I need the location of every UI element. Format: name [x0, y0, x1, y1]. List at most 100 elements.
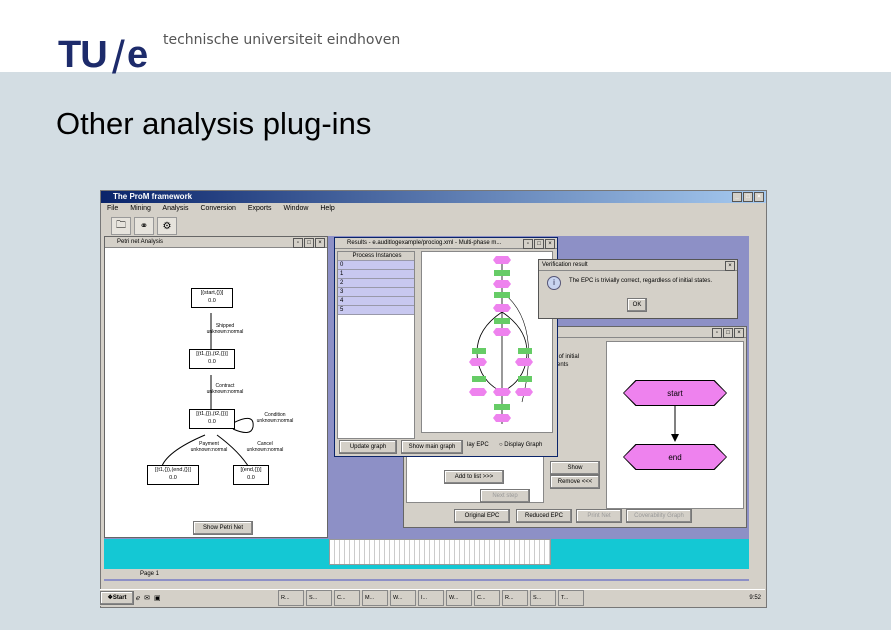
petri-node-t1t2[interactable]: [(t1,{}),(t2,{})] 0.0	[189, 349, 235, 369]
edge-label-status: unknown:normal	[190, 447, 228, 453]
radio-lay-epc[interactable]: lay EPC	[467, 442, 489, 448]
maximize-icon[interactable]: □	[743, 192, 753, 202]
results-frame-title: Results - e.auditlogexample/prociog.xml …	[347, 240, 502, 246]
radio-circle-icon: ○	[499, 442, 503, 448]
epc-start-event[interactable]: start	[623, 380, 727, 406]
tue-logo-slash: /	[112, 31, 125, 83]
open-folder-button[interactable]: 🗀	[111, 217, 131, 235]
slide-title: Other analysis plug-ins	[56, 106, 372, 141]
menu-file[interactable]: File	[107, 205, 118, 212]
ok-button[interactable]: OK	[627, 298, 647, 312]
verification-title-bar: Verification result ×	[539, 260, 737, 271]
list-item[interactable]: 2	[338, 279, 414, 288]
results-title-bar: Results - e.auditlogexample/prociog.xml …	[335, 238, 557, 249]
petri-node-start[interactable]: [(start,{})] 0.0	[191, 288, 233, 308]
tab-original-epc[interactable]: Original EPC	[454, 509, 510, 523]
toolbar: 🗀 ⚭ ⚙	[101, 214, 766, 238]
edge-label-status: unknown:normal	[206, 329, 244, 335]
taskbar-item[interactable]: C...	[474, 590, 500, 606]
petri-node-t1-end[interactable]: [(t1,{}),(end,{})] 0.0	[147, 465, 199, 485]
show-main-graph-button[interactable]: Show main graph	[401, 440, 463, 454]
restore-icon[interactable]: ▫	[712, 328, 722, 338]
prom-title-bar: The ProM framework _ □ ×	[101, 191, 766, 203]
remove-button[interactable]: Remove <<<	[550, 475, 600, 489]
outlook-icon[interactable]: ✉	[144, 594, 150, 602]
list-item[interactable]: 4	[338, 297, 414, 306]
radio-display-graph[interactable]: ○ Display Graph	[499, 442, 542, 448]
menu-exports[interactable]: Exports	[248, 205, 272, 212]
taskbar-item[interactable]: T...	[558, 590, 584, 606]
ie-icon[interactable]: ℯ	[136, 594, 140, 602]
node-value: 0.0	[208, 298, 216, 304]
taskbar-item[interactable]: C...	[334, 590, 360, 606]
mine-button[interactable]: ⚭	[134, 217, 154, 235]
taskbar-item[interactable]: W...	[390, 590, 416, 606]
next-step-button[interactable]: Next step	[480, 489, 530, 503]
taskbar-item[interactable]: S...	[306, 590, 332, 606]
petri-node-end[interactable]: [(end,{})] 0.0	[233, 465, 269, 485]
edge-label-condition: Condition unknown:normal	[255, 412, 295, 424]
taskbar-item[interactable]: S...	[530, 590, 556, 606]
tue-logo-tu: TU	[58, 34, 108, 76]
start-button[interactable]: ❖Start	[100, 591, 134, 605]
tab-coverability-graph[interactable]: Coverability Graph	[626, 509, 692, 523]
close-icon[interactable]: ×	[754, 192, 764, 202]
menu-bar: File Mining Analysis Conversion Exports …	[101, 203, 766, 214]
taskbar-item[interactable]: W...	[446, 590, 472, 606]
show-button[interactable]: Show	[550, 461, 600, 475]
edge-label-payment: Payment unknown:normal	[189, 441, 229, 453]
menu-help[interactable]: Help	[320, 205, 334, 212]
update-graph-button[interactable]: Update graph	[339, 440, 397, 454]
menu-analysis[interactable]: Analysis	[162, 205, 188, 212]
edge-label-status: unknown:normal	[206, 389, 244, 395]
show-petri-net-button[interactable]: Show Petri Net	[193, 521, 253, 535]
gear-icon: ⚙	[162, 220, 172, 232]
list-item[interactable]: 1	[338, 270, 414, 279]
petri-node-t1t2-second[interactable]: [(t1,{}),(t2,{})] 0.0	[189, 409, 235, 429]
node-label: [(end,{})]	[240, 467, 262, 473]
epc-connector	[671, 406, 679, 442]
tab-print-net[interactable]: Print Net	[576, 509, 622, 523]
close-icon[interactable]: ×	[545, 239, 555, 249]
epc-canvas: start end	[606, 341, 744, 509]
process-instances-list: Process Instances 0 1 2 3 4 5	[337, 251, 415, 439]
epc-end-event[interactable]: end	[623, 444, 727, 470]
desktop-icon[interactable]: ▣	[154, 594, 161, 602]
system-clock: 9:52	[749, 595, 761, 601]
radio-lay-epc-label: lay EPC	[467, 442, 489, 448]
analysis-button[interactable]: ⚙	[157, 217, 177, 235]
edge-label-contract: Contract unknown:normal	[205, 383, 245, 395]
verification-title: Verification result	[542, 262, 588, 268]
menu-mining[interactable]: Mining	[130, 205, 151, 212]
results-frame: Results - e.auditlogexample/prociog.xml …	[334, 237, 558, 457]
close-icon[interactable]: ×	[734, 328, 744, 338]
menu-window[interactable]: Window	[284, 205, 309, 212]
node-label: [(start,{})]	[200, 290, 224, 296]
list-item[interactable]: 5	[338, 306, 414, 315]
node-value: 0.0	[169, 475, 177, 481]
radio-display-graph-label: Display Graph	[504, 442, 543, 448]
taskbar-item[interactable]: R...	[502, 590, 528, 606]
tab-reduced-epc[interactable]: Reduced EPC	[516, 509, 572, 523]
taskbar-item[interactable]: M...	[362, 590, 388, 606]
maximize-icon[interactable]: □	[723, 328, 733, 338]
end-event-label: end	[668, 452, 682, 462]
taskbar-item[interactable]: R...	[278, 590, 304, 606]
taskbar-item[interactable]: I...	[418, 590, 444, 606]
maximize-icon[interactable]: □	[534, 239, 544, 249]
start-label: Start	[112, 595, 127, 601]
restore-icon[interactable]: ▫	[523, 239, 533, 249]
edge-label-status: unknown:normal	[246, 447, 284, 453]
verification-message: The EPC is trivially correct, regardless…	[569, 278, 713, 284]
add-to-list-button[interactable]: Add to list >>>	[444, 470, 504, 484]
list-item[interactable]: 3	[338, 288, 414, 297]
close-icon[interactable]: ×	[725, 261, 735, 271]
minimize-icon[interactable]: _	[732, 192, 742, 202]
list-item[interactable]: 0	[338, 261, 414, 270]
page-indicator: Page 1	[140, 571, 160, 577]
verification-dialog: Verification result × i The EPC is trivi…	[538, 259, 738, 319]
menu-conversion[interactable]: Conversion	[200, 205, 235, 212]
edge-label-cancel: Cancel unknown:normal	[245, 441, 285, 453]
info-icon: i	[547, 276, 561, 290]
petri-frame-title: Petri net Analysis	[117, 239, 164, 245]
